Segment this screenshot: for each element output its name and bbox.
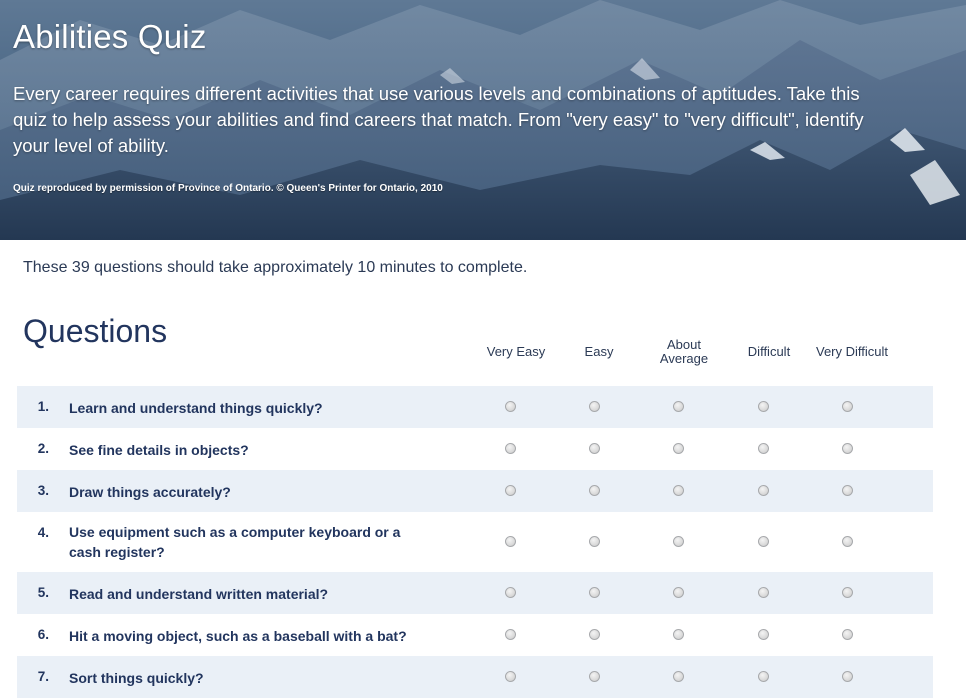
question-text: Use equipment such as a computer keyboar…	[69, 524, 401, 560]
question-row: 7. Sort things quickly?	[17, 656, 933, 698]
radio-difficult[interactable]	[758, 671, 769, 682]
radio-easy[interactable]	[589, 443, 600, 454]
question-row: 4. Use equipment such as a computer keyb…	[17, 512, 933, 572]
radio-difficult[interactable]	[758, 536, 769, 547]
radio-difficult[interactable]	[758, 629, 769, 640]
question-number: 7.	[37, 669, 49, 684]
radio-very-difficult[interactable]	[842, 671, 853, 682]
radio-very-difficult[interactable]	[842, 629, 853, 640]
radio-difficult[interactable]	[758, 485, 769, 496]
radio-very-difficult[interactable]	[842, 401, 853, 412]
question-row: 1. Learn and understand things quickly?	[17, 386, 933, 428]
questions-list: 1. Learn and understand things quickly? …	[17, 386, 933, 698]
question-number: 3.	[37, 483, 49, 498]
radio-about-average[interactable]	[673, 443, 684, 454]
radio-very-difficult[interactable]	[842, 536, 853, 547]
radio-very-easy[interactable]	[505, 536, 516, 547]
hero-description: Every career requires different activiti…	[13, 83, 864, 156]
question-row: 5. Read and understand written material?	[17, 572, 933, 614]
quiz-intro-text: These 39 questions should take approxima…	[23, 259, 528, 276]
question-number: 4.	[37, 525, 49, 540]
question-number: 1.	[37, 399, 49, 414]
radio-easy[interactable]	[589, 485, 600, 496]
radio-very-easy[interactable]	[505, 587, 516, 598]
column-header-label: Very Difficult	[815, 344, 888, 359]
radio-easy[interactable]	[589, 536, 600, 547]
question-row: 3. Draw things accurately?	[17, 470, 933, 512]
hero-banner: Abilities Quiz Every career requires dif…	[0, 0, 966, 240]
column-header-very-difficult: Very Difficult	[797, 345, 907, 359]
question-number: 2.	[37, 441, 49, 456]
radio-about-average[interactable]	[673, 671, 684, 682]
question-text: Draw things accurately?	[69, 484, 231, 500]
question-text: Learn and understand things quickly?	[69, 400, 323, 416]
radio-difficult[interactable]	[758, 401, 769, 412]
radio-very-easy[interactable]	[505, 485, 516, 496]
radio-about-average[interactable]	[673, 587, 684, 598]
question-number: 5.	[37, 585, 49, 600]
radio-very-easy[interactable]	[505, 401, 516, 412]
radio-easy[interactable]	[589, 629, 600, 640]
question-text: Hit a moving object, such as a baseball …	[69, 628, 407, 644]
question-text: Sort things quickly?	[69, 670, 204, 686]
radio-very-difficult[interactable]	[842, 443, 853, 454]
radio-very-difficult[interactable]	[842, 485, 853, 496]
radio-easy[interactable]	[589, 671, 600, 682]
questions-heading: Questions	[23, 313, 168, 349]
radio-easy[interactable]	[589, 401, 600, 412]
question-number: 6.	[37, 627, 49, 642]
radio-easy[interactable]	[589, 587, 600, 598]
radio-about-average[interactable]	[673, 401, 684, 412]
radio-very-easy[interactable]	[505, 443, 516, 454]
copyright-credit: Quiz reproduced by permission of Provinc…	[13, 183, 443, 194]
question-text: See fine details in objects?	[69, 442, 249, 458]
radio-very-difficult[interactable]	[842, 587, 853, 598]
question-row: 6. Hit a moving object, such as a baseba…	[17, 614, 933, 656]
page-title: Abilities Quiz	[13, 18, 207, 55]
radio-difficult[interactable]	[758, 587, 769, 598]
question-text: Read and understand written material?	[69, 586, 329, 602]
radio-about-average[interactable]	[673, 536, 684, 547]
radio-very-easy[interactable]	[505, 671, 516, 682]
radio-about-average[interactable]	[673, 485, 684, 496]
radio-very-easy[interactable]	[505, 629, 516, 640]
radio-about-average[interactable]	[673, 629, 684, 640]
radio-difficult[interactable]	[758, 443, 769, 454]
question-row: 2. See fine details in objects?	[17, 428, 933, 470]
